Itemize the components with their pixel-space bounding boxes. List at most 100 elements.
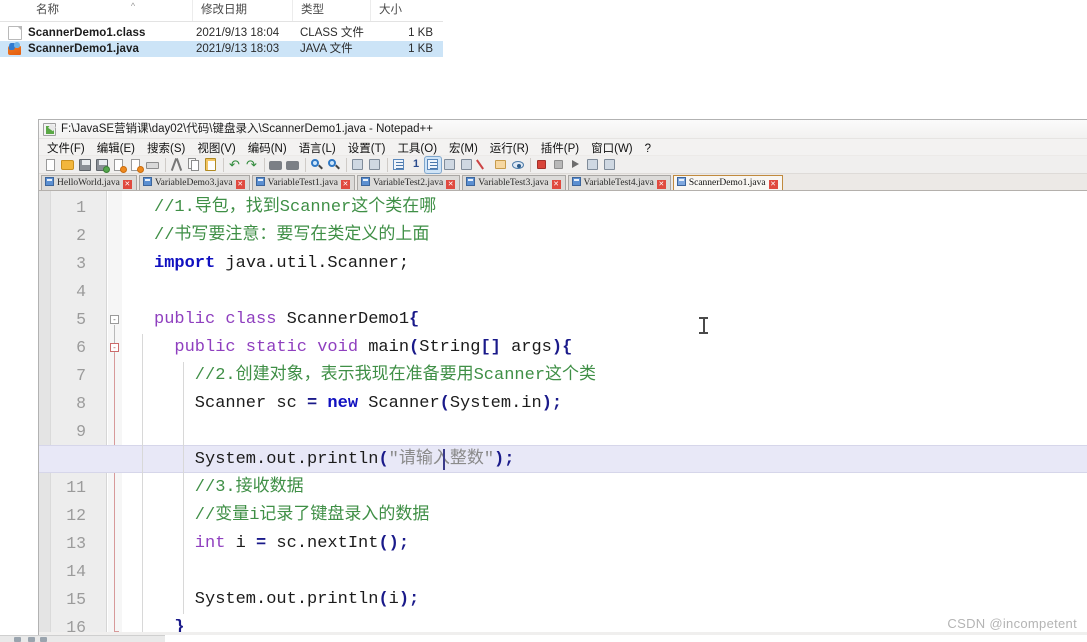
close-icon[interactable]: ✕	[446, 180, 456, 189]
copy-icon[interactable]	[186, 157, 202, 173]
column-header-type[interactable]: 类型	[293, 0, 371, 21]
code-line: public static void main(String[] args){	[174, 334, 572, 362]
code-token: //1.导包，找到Scanner这个类在哪	[154, 198, 437, 217]
code-folding-margin[interactable]: --	[108, 191, 122, 632]
find-icon[interactable]	[268, 157, 284, 173]
code-line: //2.创建对象，表示我现在准备要用Scanner这个类	[195, 362, 596, 390]
toolbar-separator	[387, 158, 388, 172]
macro-stop-icon[interactable]	[551, 157, 567, 173]
code-token: );	[398, 590, 420, 609]
toolbar-separator	[530, 158, 531, 172]
column-header-name[interactable]: 名称 ^	[28, 0, 193, 21]
code-editor[interactable]: -- 1234567891011121314151617 //1.导包，找到Sc…	[39, 191, 1087, 632]
code-token: //变量i记录了键盘录入的数据	[194, 506, 430, 525]
macro-record-icon[interactable]	[534, 157, 550, 173]
show-all-chars-icon[interactable]: 1	[408, 157, 424, 173]
save-icon[interactable]	[77, 157, 93, 173]
document-tab[interactable]: VariableTest1.java ✕	[251, 175, 355, 190]
close-file-icon[interactable]	[111, 157, 127, 173]
code-token: (	[378, 590, 389, 609]
code-token: =	[256, 534, 267, 553]
line-number: 11	[66, 478, 86, 497]
close-all-icon[interactable]	[128, 157, 144, 173]
document-tab-file-icon	[676, 177, 686, 186]
function-list-icon[interactable]	[476, 157, 492, 173]
user-defined-dialog-icon[interactable]	[442, 157, 458, 173]
toolbar-separator	[223, 158, 224, 172]
sync-horizontal-scroll-icon[interactable]	[367, 157, 383, 173]
document-tab-label: HelloWorld.java	[57, 178, 120, 188]
code-token: sc.nextInt	[266, 534, 379, 553]
line-number: 1	[76, 198, 86, 217]
macro-playback-icon[interactable]	[568, 157, 584, 173]
line-number: 2	[76, 226, 86, 245]
indent-guideline-icon[interactable]	[424, 156, 442, 174]
code-token: ();	[378, 534, 410, 553]
table-row[interactable]: ScannerDemo1.class 2021/9/13 18:04 CLASS…	[0, 25, 443, 41]
print-icon[interactable]	[145, 157, 161, 173]
code-token: //2.创建对象，表示我现在准备要用Scanner这个类	[194, 366, 597, 385]
monitoring-icon[interactable]	[510, 157, 526, 173]
line-number: 13	[66, 534, 86, 553]
line-number: 3	[76, 254, 86, 273]
document-tab[interactable]: VariableTest3.java ✕	[462, 175, 566, 190]
java-file-icon	[8, 42, 22, 56]
close-icon[interactable]: ✕	[122, 180, 132, 189]
indent-guide	[142, 334, 143, 632]
document-tab[interactable]: VariableTest2.java ✕	[356, 175, 461, 190]
close-icon[interactable]: ✕	[235, 180, 245, 189]
file-size: 1 KB	[408, 27, 433, 39]
paste-icon[interactable]	[203, 157, 219, 173]
cut-icon[interactable]	[169, 157, 185, 173]
table-row[interactable]: ScannerDemo1.java 2021/9/13 18:03 JAVA 文…	[0, 41, 443, 57]
code-line: //变量i记录了键盘录入的数据	[195, 502, 430, 530]
close-icon[interactable]: ✕	[768, 180, 778, 189]
undo-icon[interactable]: ↶	[227, 157, 243, 173]
fold-toggle-icon[interactable]: -	[110, 343, 119, 352]
macro-save-icon[interactable]	[585, 157, 601, 173]
doc-map-icon[interactable]	[459, 157, 475, 173]
document-tab[interactable]: VariableDemo3.java ✕	[138, 175, 250, 190]
line-number: 5	[76, 310, 86, 329]
notepadpp-window: F:\JavaSE营销课\day02\代码\键盘录入\ScannerDemo1.…	[38, 119, 1087, 635]
column-header-date[interactable]: 修改日期	[193, 0, 293, 21]
close-icon[interactable]: ✕	[340, 180, 350, 189]
macro-run-multiple-icon[interactable]	[602, 157, 618, 173]
folder-as-workspace-icon[interactable]	[493, 157, 509, 173]
indent-guide	[182, 362, 184, 614]
watermark: CSDN @incompetent	[947, 616, 1077, 631]
sync-vertical-scroll-icon[interactable]	[350, 157, 366, 173]
open-file-icon[interactable]	[60, 157, 76, 173]
line-number: 9	[76, 422, 86, 441]
column-header-size[interactable]: 大小	[371, 0, 443, 21]
code-token: //书写要注意：要写在类定义的上面	[154, 226, 430, 245]
redo-icon[interactable]: ↷	[244, 157, 260, 173]
document-tab[interactable]: HelloWorld.java ✕	[41, 175, 137, 190]
close-icon[interactable]: ✕	[551, 180, 561, 189]
replace-icon[interactable]	[285, 157, 301, 173]
code-text-area[interactable]: //1.导包，找到Scanner这个类在哪//书写要注意：要写在类定义的上面 im…	[39, 191, 1087, 632]
zoom-out-icon[interactable]	[326, 157, 342, 173]
close-icon[interactable]: ✕	[656, 180, 666, 189]
new-file-icon[interactable]	[43, 157, 59, 173]
taskbar-strip	[0, 635, 165, 642]
line-number: 15	[66, 590, 86, 609]
file-modified-date: 2021/9/13 18:04	[196, 27, 280, 39]
file-type: CLASS 文件	[300, 27, 364, 39]
text-caret	[443, 449, 445, 470]
word-wrap-icon[interactable]	[391, 157, 407, 173]
document-tab[interactable]: VariableTest4.java ✕	[567, 175, 671, 190]
code-token: i	[225, 534, 257, 553]
code-line: System.out.println("请输入整数");	[195, 446, 515, 474]
window-title-bar[interactable]: F:\JavaSE营销课\day02\代码\键盘录入\ScannerDemo1.…	[39, 120, 1087, 139]
zoom-in-icon[interactable]	[309, 157, 325, 173]
toolbar-separator	[346, 158, 347, 172]
document-tab-file-icon	[466, 177, 476, 186]
fold-toggle-icon[interactable]: -	[110, 315, 119, 324]
save-all-icon[interactable]	[94, 157, 110, 173]
file-size: 1 KB	[408, 43, 433, 55]
document-tab-active[interactable]: ScannerDemo1.java ✕	[672, 175, 783, 190]
code-token: public static void	[174, 338, 369, 357]
code-line: }	[174, 614, 184, 632]
